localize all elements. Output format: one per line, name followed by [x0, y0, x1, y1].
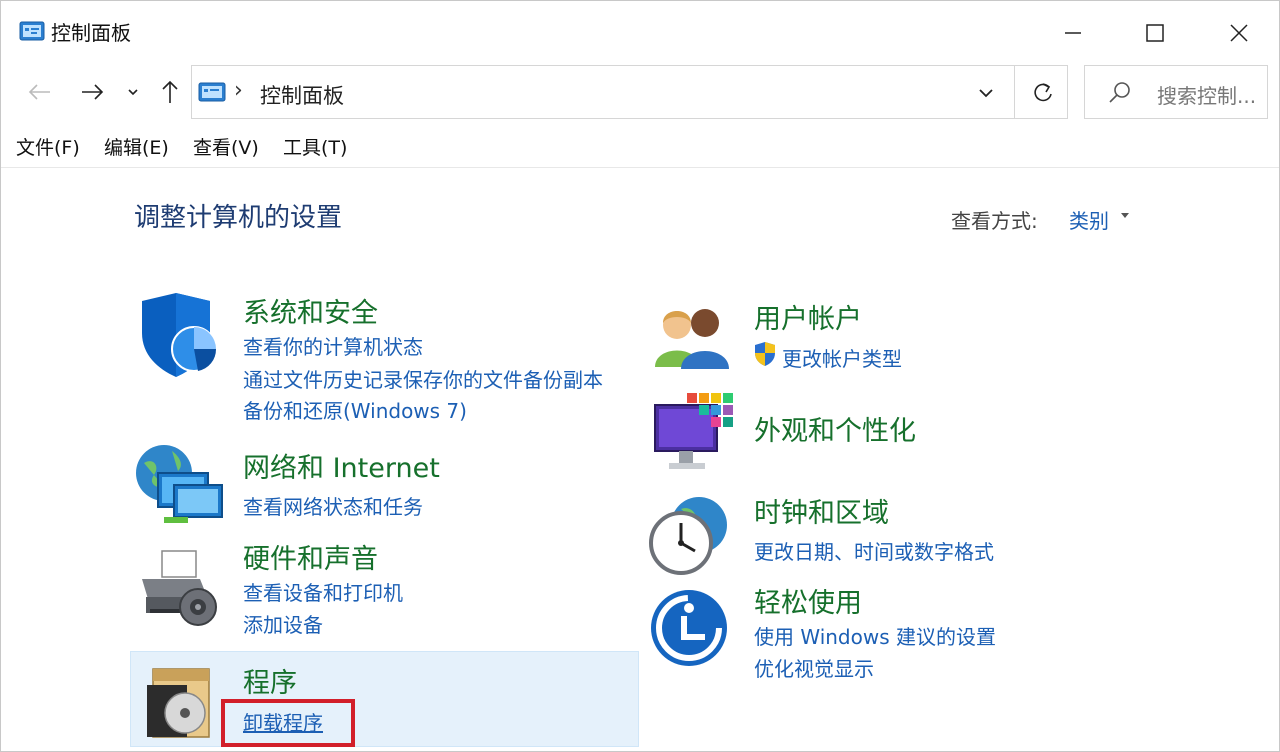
address-divider — [1014, 66, 1015, 118]
chevron-down-icon — [979, 89, 993, 98]
annotation-red-box — [221, 699, 355, 747]
chevron-down-icon — [128, 89, 138, 96]
programs-disc-icon[interactable] — [145, 663, 217, 747]
refresh-button[interactable] — [1028, 78, 1058, 108]
back-button[interactable] — [25, 77, 55, 107]
link-file-history-backup[interactable]: 通过文件历史记录保存你的文件备份副本 — [243, 364, 603, 393]
category-system-security-title[interactable]: 系统和安全 — [243, 291, 378, 330]
address-bar[interactable]: › 控制面板 — [191, 65, 1068, 119]
menu-bar: 文件(F) 编辑(E) 查看(V) 工具(T) — [1, 129, 1279, 165]
search-box[interactable]: 搜索控制... — [1084, 65, 1268, 119]
view-by-dropdown[interactable]: 类别 — [1069, 205, 1109, 234]
title-bar: 控制面板 — [1, 1, 1279, 61]
link-optimize-visual-display[interactable]: 优化视觉显示 — [754, 653, 874, 682]
menu-tools[interactable]: 工具(T) — [283, 133, 347, 160]
link-network-status-tasks[interactable]: 查看网络状态和任务 — [243, 491, 423, 520]
up-arrow-icon — [162, 80, 178, 103]
control-panel-address-icon — [198, 82, 226, 108]
window-title: 控制面板 — [51, 21, 131, 45]
close-icon — [1230, 24, 1248, 42]
minimize-button[interactable] — [1053, 13, 1093, 53]
category-clock-region-title[interactable]: 时钟和区域 — [754, 491, 889, 530]
forward-button[interactable] — [77, 77, 107, 107]
recent-locations-button[interactable] — [121, 77, 151, 107]
clock-globe-icon[interactable] — [647, 493, 731, 581]
category-ease-of-access-title[interactable]: 轻松使用 — [754, 581, 862, 620]
link-view-devices-printers[interactable]: 查看设备和打印机 — [243, 577, 403, 606]
maximize-button[interactable] — [1135, 13, 1175, 53]
refresh-icon — [1034, 83, 1052, 102]
menu-edit[interactable]: 编辑(E) — [104, 133, 169, 160]
printer-icon[interactable] — [136, 549, 220, 633]
users-icon[interactable] — [651, 301, 731, 375]
view-by-label: 查看方式: — [951, 209, 1038, 233]
search-placeholder: 搜索控制... — [1157, 84, 1257, 108]
breadcrumb-control-panel[interactable]: 控制面板 — [260, 80, 344, 110]
category-appearance-title[interactable]: 外观和个性化 — [754, 409, 916, 448]
link-windows-recommended-settings[interactable]: 使用 Windows 建议的设置 — [754, 621, 996, 650]
search-icon — [1107, 80, 1133, 110]
uac-shield-icon — [753, 341, 777, 371]
close-button[interactable] — [1219, 13, 1259, 53]
category-programs-title[interactable]: 程序 — [243, 661, 297, 700]
address-dropdown-button[interactable] — [972, 80, 1000, 106]
link-add-device[interactable]: 添加设备 — [243, 609, 323, 638]
breadcrumb-separator: › — [234, 78, 243, 103]
back-arrow-icon — [28, 84, 50, 100]
link-change-account-type[interactable]: 更改帐户类型 — [782, 343, 902, 372]
link-backup-restore-win7[interactable]: 备份和还原(Windows 7) — [243, 395, 467, 424]
control-panel-app-icon — [19, 21, 45, 47]
network-globe-icon[interactable] — [134, 443, 224, 533]
maximize-icon — [1146, 24, 1164, 42]
category-network-internet-title[interactable]: 网络和 Internet — [243, 446, 440, 485]
page-title: 调整计算机的设置 — [134, 203, 343, 233]
up-button[interactable] — [155, 77, 185, 107]
menu-divider — [1, 167, 1279, 168]
link-view-computer-status[interactable]: 查看你的计算机状态 — [243, 331, 423, 360]
menu-file[interactable]: 文件(F) — [16, 133, 80, 160]
control-panel-window: 控制面板 › 控制面板 搜索控制... 文件(F) 编辑(E) 查看(V) 工具… — [0, 0, 1280, 752]
link-change-date-time-format[interactable]: 更改日期、时间或数字格式 — [754, 536, 994, 565]
view-by-caret-icon[interactable] — [1121, 213, 1129, 218]
category-user-accounts-title[interactable]: 用户帐户 — [754, 297, 862, 336]
category-hardware-sound-title[interactable]: 硬件和声音 — [243, 537, 378, 576]
forward-arrow-icon — [82, 84, 104, 100]
menu-view[interactable]: 查看(V) — [193, 133, 259, 160]
shield-icon[interactable] — [136, 291, 220, 385]
minimize-icon — [1065, 32, 1081, 34]
monitor-palette-icon[interactable] — [653, 391, 735, 479]
ease-of-access-icon[interactable] — [649, 588, 729, 672]
